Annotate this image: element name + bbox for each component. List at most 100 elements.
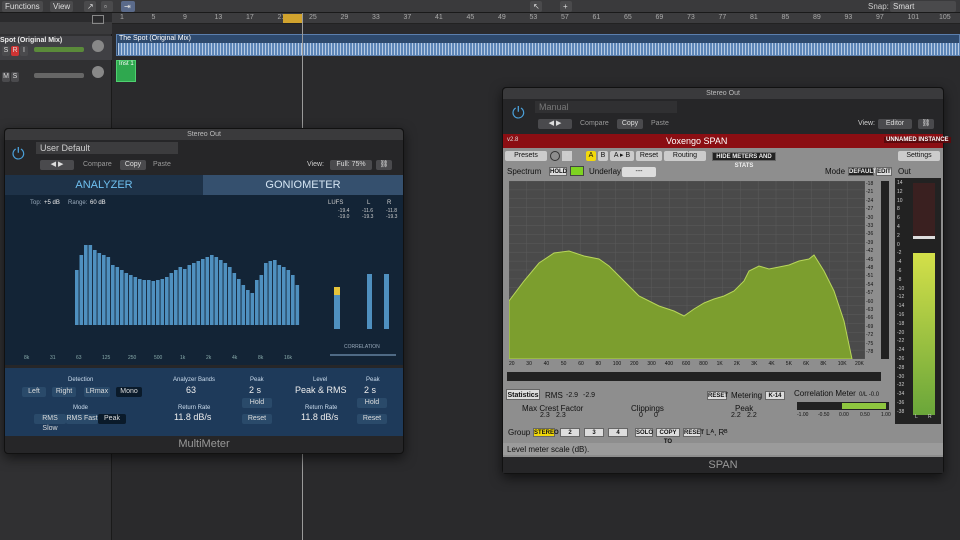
spectrum-display[interactable] [509, 181, 865, 359]
input-button[interactable]: I [20, 46, 28, 56]
paste-button[interactable]: Paste [153, 161, 171, 168]
freq-tick: 250 [128, 355, 137, 361]
presets-button[interactable]: Presets [505, 151, 547, 161]
out-tick: -8 [897, 276, 902, 283]
settings-button[interactable]: Settings [898, 151, 940, 161]
detection-mono[interactable]: Mono [116, 387, 142, 397]
return-rate-2-value[interactable]: 11.8 dB/s [301, 412, 338, 422]
horizontal-scrollbar[interactable] [507, 372, 881, 381]
link-icon[interactable]: ⛓ [376, 160, 392, 170]
marquee-tool-icon[interactable]: ▫ [101, 1, 113, 12]
vertical-scrollbar[interactable] [881, 181, 889, 359]
level-value[interactable]: Peak & RMS [295, 385, 347, 395]
return-rate-value[interactable]: 11.8 dB/s [174, 412, 211, 422]
view-menu[interactable]: View [50, 1, 74, 12]
analyzer-bar [165, 277, 169, 325]
pan-knob-2[interactable] [92, 66, 104, 78]
power-icon[interactable]: ⏻ [12, 146, 25, 164]
undo-icon[interactable] [550, 151, 560, 161]
preset-select[interactable]: User Default [36, 142, 178, 154]
hold-button[interactable]: Hold [242, 398, 272, 408]
arrow-tool-icon[interactable]: ↖ [530, 1, 542, 12]
add-track-icon[interactable] [92, 15, 104, 24]
catch-tool-icon[interactable]: ⇥ [121, 1, 135, 12]
analyzer-bar [286, 270, 291, 325]
span-compare[interactable]: Compare [580, 120, 609, 127]
detection-label: Detection [68, 377, 94, 383]
group-reset-button[interactable]: RESET [683, 428, 704, 437]
freq-tick: 30 [526, 361, 532, 367]
mode-default-button[interactable]: DEFAULT [848, 167, 876, 176]
analyzer-bar [282, 267, 286, 325]
functions-menu[interactable]: Functions [2, 1, 43, 12]
top-value[interactable]: +5 dB [44, 200, 60, 206]
hold-2-button[interactable]: Hold [357, 398, 387, 408]
mute-button[interactable]: M [2, 72, 10, 82]
hide-meters-button[interactable]: HIDE METERS AND STATS [712, 152, 776, 169]
prev-next-preset[interactable]: ◀ ▶ [40, 160, 74, 170]
b-button[interactable]: B [598, 151, 608, 161]
view-select[interactable]: Full: 75% [330, 160, 372, 170]
a-button[interactable]: A [586, 151, 596, 161]
bar-ruler[interactable]: 1 5 9 13 17 21 25 29 33 37 41 45 49 53 57 61 65 69 73 77 81 8… [112, 13, 960, 24]
analyzer-bar [106, 257, 111, 325]
edit-button[interactable]: EDIT [876, 167, 892, 176]
compare-button[interactable]: Compare [83, 161, 112, 168]
hold-button-span[interactable]: HOLD [549, 167, 567, 176]
routing-button[interactable]: Routing [664, 151, 706, 161]
span-instance-name[interactable]: UNNAMED INSTANCE [884, 137, 951, 143]
solo-span-button[interactable]: SOLO [635, 428, 653, 437]
ruler-tick: 81 [750, 14, 758, 21]
group-2[interactable]: 2 [560, 428, 580, 437]
tab-analyzer[interactable]: ANALYZER [5, 175, 203, 195]
solo-button[interactable]: S [2, 46, 10, 56]
detection-lrmax[interactable]: LRmax [84, 387, 110, 397]
pointer-tool-icon[interactable]: ↗ [84, 1, 96, 12]
copy-button[interactable]: Copy [120, 160, 146, 170]
stats-reset-button[interactable]: RESET [707, 391, 728, 400]
volume-fader-2[interactable] [34, 73, 84, 78]
detection-left[interactable]: Left [22, 387, 46, 397]
mode-peak[interactable]: Peak [98, 414, 126, 424]
volume-fader[interactable] [34, 47, 84, 52]
snap-select[interactable]: Smart [890, 1, 956, 12]
group-3[interactable]: 3 [584, 428, 604, 437]
corr-tick: 0.50 [860, 412, 870, 418]
span-prev-next[interactable]: ◀ ▶ [538, 119, 572, 129]
ruler-tick: 85 [781, 14, 790, 21]
pan-knob[interactable] [92, 40, 104, 52]
span-paste[interactable]: Paste [651, 120, 669, 127]
span-view-select[interactable]: Editor [878, 119, 912, 129]
range-value[interactable]: 60 dB [90, 200, 106, 206]
underlay-select[interactable]: --- [622, 167, 656, 177]
metering-select[interactable]: K-14 [765, 391, 785, 400]
span-preset-select[interactable]: Manual [535, 101, 677, 113]
reset-button[interactable]: Reset [242, 414, 272, 424]
chevron-down-icon[interactable]: ▾ [562, 151, 572, 161]
peak-2-value[interactable]: 2 s [364, 385, 376, 395]
span-link-icon[interactable]: ⛓ [918, 119, 934, 129]
reset-2-button[interactable]: Reset [357, 414, 387, 424]
bands-value[interactable]: 63 [186, 385, 196, 395]
midi-region[interactable]: Inst 1 [116, 60, 136, 82]
a-to-b-button[interactable]: A ▸ B [610, 151, 634, 161]
group-4[interactable]: 4 [608, 428, 628, 437]
group-stereo[interactable]: STEREO [533, 428, 559, 437]
cycle-marker[interactable] [283, 14, 303, 23]
out-tick: -34 [897, 391, 905, 398]
copy-to-button[interactable]: COPY TO [656, 428, 680, 445]
span-copy[interactable]: Copy [617, 119, 643, 129]
plus-tool-icon[interactable]: + [560, 1, 572, 12]
solo-button-2[interactable]: S [11, 72, 19, 82]
statistics-tab[interactable]: Statistics [506, 389, 540, 400]
hold-indicator[interactable] [570, 166, 584, 176]
peak-value[interactable]: 2 s [249, 385, 261, 395]
reset-top-button[interactable]: Reset [636, 151, 662, 161]
record-button[interactable]: R [11, 46, 19, 56]
analyzer-bar [273, 260, 277, 325]
detection-right[interactable]: Right [52, 387, 76, 397]
tab-goniometer[interactable]: GONIOMETER [203, 175, 403, 195]
mode-rms-fast[interactable]: RMS Fast [66, 414, 98, 424]
span-power-icon[interactable]: ⏻ [512, 105, 525, 123]
mode-rms-slow[interactable]: RMS Slow [34, 414, 66, 432]
